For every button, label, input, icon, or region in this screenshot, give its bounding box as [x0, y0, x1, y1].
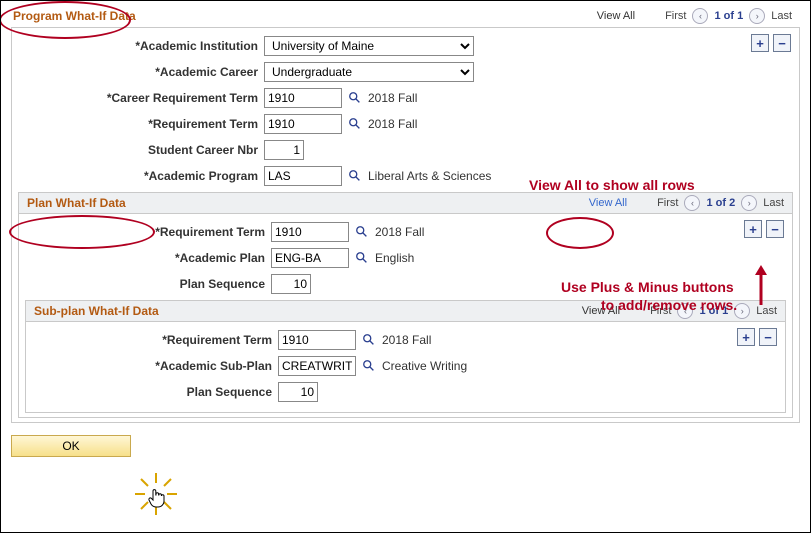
acad-prog-input[interactable]: [264, 166, 342, 186]
cursor-click-icon: [131, 469, 181, 519]
plan-req-term-label: *Requirement Term: [25, 225, 271, 239]
subplan-view-all[interactable]: View All: [582, 305, 620, 317]
acad-plan-input[interactable]: [271, 248, 349, 268]
plan-first[interactable]: First: [657, 197, 678, 209]
career-req-term-lookup-icon[interactable]: [348, 91, 362, 105]
career-req-term-label: *Career Requirement Term: [18, 91, 264, 105]
sub-plan-label: *Academic Sub-Plan: [32, 359, 278, 373]
institution-select[interactable]: University of Maine: [264, 36, 474, 56]
sub-req-term-label: *Requirement Term: [32, 333, 278, 347]
acad-prog-label: *Academic Program: [18, 169, 264, 183]
subplan-next-icon[interactable]: ›: [734, 303, 750, 319]
req-term-lookup-icon[interactable]: [348, 117, 362, 131]
program-body: + − *Academic Institution University of …: [11, 27, 800, 423]
subplan-header: Sub-plan What-If Data View All First ‹ 1…: [25, 300, 786, 322]
program-header: Program What-If Data View All First ‹ 1 …: [11, 5, 800, 27]
plan-seq-input[interactable]: [271, 274, 311, 294]
plan-next-icon[interactable]: ›: [741, 195, 757, 211]
career-req-term-desc: 2018 Fall: [368, 91, 417, 105]
sub-plan-desc: Creative Writing: [382, 359, 467, 373]
plan-counter: 1 of 2: [706, 197, 735, 209]
program-add-row-button[interactable]: +: [751, 34, 769, 52]
ok-button[interactable]: OK: [11, 435, 131, 457]
plan-req-term-lookup-icon[interactable]: [355, 225, 369, 239]
program-title: Program What-If Data: [13, 9, 136, 23]
sub-seq-input[interactable]: [278, 382, 318, 402]
plan-req-term-desc: 2018 Fall: [375, 225, 424, 239]
sub-req-term-lookup-icon[interactable]: [362, 333, 376, 347]
institution-label: *Academic Institution: [18, 39, 264, 53]
subplan-first[interactable]: First: [650, 305, 671, 317]
program-counter: 1 of 1: [714, 10, 743, 22]
program-view-all[interactable]: View All: [597, 10, 635, 22]
plan-header: Plan What-If Data View All First ‹ 1 of …: [18, 192, 793, 214]
program-next-icon[interactable]: ›: [749, 8, 765, 24]
sub-req-term-desc: 2018 Fall: [382, 333, 431, 347]
subplan-plusminus: + −: [737, 328, 777, 346]
program-prev-icon[interactable]: ‹: [692, 8, 708, 24]
acad-plan-label: *Academic Plan: [25, 251, 271, 265]
career-select[interactable]: Undergraduate: [264, 62, 474, 82]
sub-plan-lookup-icon[interactable]: [362, 359, 376, 373]
program-nav: View All First ‹ 1 of 1 › Last: [597, 8, 792, 24]
plan-nav: View All First ‹ 1 of 2 › Last: [589, 195, 784, 211]
sub-req-term-input[interactable]: [278, 330, 356, 350]
req-term-label: *Requirement Term: [18, 117, 264, 131]
acad-prog-desc: Liberal Arts & Sciences: [368, 169, 491, 183]
sub-seq-label: Plan Sequence: [32, 385, 278, 399]
subplan-counter: 1 of 1: [699, 305, 728, 317]
req-term-input[interactable]: [264, 114, 342, 134]
subplan-prev-icon[interactable]: ‹: [677, 303, 693, 319]
acad-prog-lookup-icon[interactable]: [348, 169, 362, 183]
program-last[interactable]: Last: [771, 10, 792, 22]
plan-seq-label: Plan Sequence: [25, 277, 271, 291]
subplan-delete-row-button[interactable]: −: [759, 328, 777, 346]
subplan-title: Sub-plan What-If Data: [34, 304, 159, 318]
plan-add-row-button[interactable]: +: [744, 220, 762, 238]
career-label: *Academic Career: [18, 65, 264, 79]
plan-last[interactable]: Last: [763, 197, 784, 209]
plan-prev-icon[interactable]: ‹: [684, 195, 700, 211]
plan-view-all[interactable]: View All: [589, 197, 627, 209]
plan-title: Plan What-If Data: [27, 196, 126, 210]
program-plusminus: + −: [751, 34, 791, 52]
acad-plan-lookup-icon[interactable]: [355, 251, 369, 265]
sub-plan-input[interactable]: [278, 356, 356, 376]
program-first[interactable]: First: [665, 10, 686, 22]
stu-nbr-label: Student Career Nbr: [18, 143, 264, 157]
stu-nbr-input[interactable]: [264, 140, 304, 160]
plan-req-term-input[interactable]: [271, 222, 349, 242]
plan-plusminus: + −: [744, 220, 784, 238]
subplan-nav: View All First ‹ 1 of 1 › Last: [582, 303, 777, 319]
subplan-add-row-button[interactable]: +: [737, 328, 755, 346]
subplan-body: + − *Requirement Term 2018 Fall *Academi…: [25, 322, 786, 413]
subplan-last[interactable]: Last: [756, 305, 777, 317]
plan-body: + − *Requirement Term 2018 Fall *Academi…: [18, 214, 793, 418]
plan-delete-row-button[interactable]: −: [766, 220, 784, 238]
req-term-desc: 2018 Fall: [368, 117, 417, 131]
program-delete-row-button[interactable]: −: [773, 34, 791, 52]
career-req-term-input[interactable]: [264, 88, 342, 108]
acad-plan-desc: English: [375, 251, 414, 265]
